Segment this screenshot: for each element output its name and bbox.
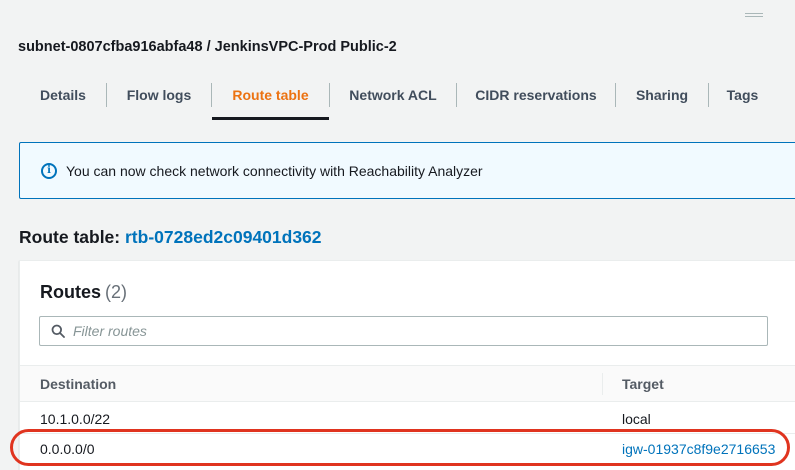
tab-cidr-reservations[interactable]: CIDR reservations <box>457 70 615 120</box>
routes-count: (2) <box>105 282 128 302</box>
route-table-label: Route table: <box>19 227 121 247</box>
subnet-details-page: subnet-0807cfba916abfa48 / JenkinsVPC-Pr… <box>0 0 795 470</box>
route-destination: 10.1.0.0/22 <box>40 411 111 427</box>
tab-details[interactable]: Details <box>20 70 106 120</box>
column-header-target[interactable]: Target <box>622 376 664 392</box>
page-title: subnet-0807cfba916abfa48 / JenkinsVPC-Pr… <box>18 39 397 55</box>
tab-sharing[interactable]: Sharing <box>616 70 708 120</box>
route-table-id-link[interactable]: rtb-0728ed2c09401d362 <box>125 227 322 247</box>
alert-text: You can now check network connectivity w… <box>66 162 483 179</box>
tab-network-acl[interactable]: Network ACL <box>330 70 456 120</box>
info-alert: i You can now check network connectivity… <box>19 142 795 199</box>
table-row: 0.0.0.0/0 igw-01937c8f9e2716653 <box>20 434 795 464</box>
route-target: local <box>622 411 651 427</box>
column-divider[interactable] <box>602 373 603 395</box>
routes-title: Routes <box>40 282 102 302</box>
route-target-link[interactable]: igw-01937c8f9e2716653 <box>622 441 775 457</box>
table-row: 10.1.0.0/22 local <box>20 404 795 434</box>
column-header-destination[interactable]: Destination <box>40 376 116 392</box>
tab-flow-logs[interactable]: Flow logs <box>107 70 211 120</box>
route-table-heading: Route table: rtb-0728ed2c09401d362 <box>19 227 322 248</box>
filter-routes-input[interactable] <box>73 323 753 339</box>
tab-tags[interactable]: Tags <box>709 70 776 120</box>
routes-panel: Routes(2) Destination Target 10.1.0.0/22… <box>19 260 795 470</box>
drag-handle-icon[interactable] <box>745 13 763 17</box>
tab-route-table[interactable]: Route table <box>212 70 329 120</box>
routes-header: Routes (2) <box>40 282 127 303</box>
route-destination: 0.0.0.0/0 <box>40 441 95 457</box>
info-icon: i <box>41 162 57 179</box>
tab-bar: Details Flow logs Route table Network AC… <box>20 70 776 120</box>
filter-routes-box[interactable] <box>39 316 768 346</box>
routes-table-header: Destination Target <box>20 365 795 402</box>
search-icon <box>51 324 65 338</box>
